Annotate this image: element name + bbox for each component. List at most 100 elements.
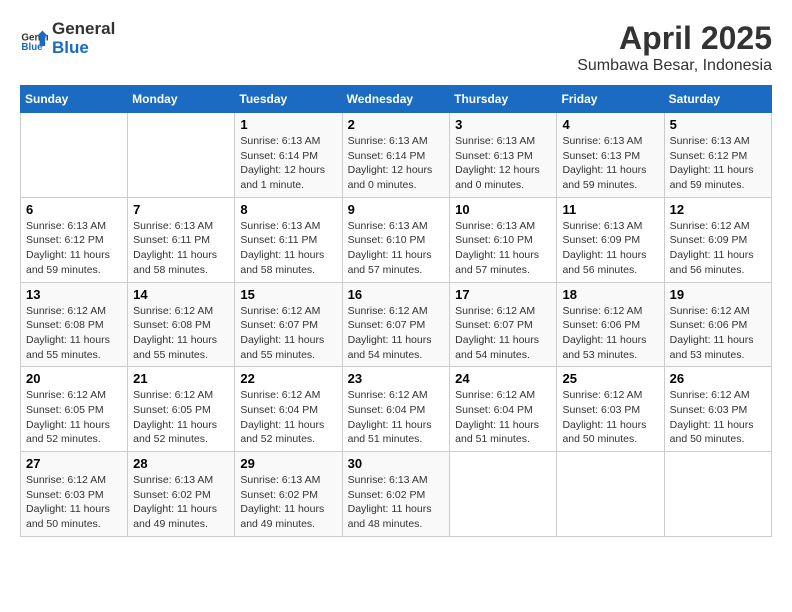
day-info: Sunrise: 6:12 AM Sunset: 6:05 PM Dayligh… — [133, 388, 229, 447]
calendar-cell: 26 Sunrise: 6:12 AM Sunset: 6:03 PM Dayli… — [664, 367, 771, 452]
day-number: 19 — [670, 287, 766, 302]
day-info: Sunrise: 6:12 AM Sunset: 6:08 PM Dayligh… — [133, 304, 229, 363]
calendar-week-row: 13 Sunrise: 6:12 AM Sunset: 6:08 PM Dayli… — [21, 282, 772, 367]
logo-line2: Blue — [52, 39, 115, 58]
day-number: 8 — [240, 202, 336, 217]
day-info: Sunrise: 6:13 AM Sunset: 6:14 PM Dayligh… — [240, 134, 336, 193]
day-number: 30 — [348, 456, 445, 471]
calendar-cell: 18 Sunrise: 6:12 AM Sunset: 6:06 PM Dayli… — [557, 282, 664, 367]
calendar-cell — [450, 452, 557, 537]
header-cell-friday: Friday — [557, 86, 664, 113]
day-info: Sunrise: 6:12 AM Sunset: 6:06 PM Dayligh… — [562, 304, 658, 363]
day-number: 10 — [455, 202, 551, 217]
calendar-week-row: 1 Sunrise: 6:13 AM Sunset: 6:14 PM Daylig… — [21, 113, 772, 198]
day-number: 13 — [26, 287, 122, 302]
calendar-cell: 20 Sunrise: 6:12 AM Sunset: 6:05 PM Dayli… — [21, 367, 128, 452]
day-info: Sunrise: 6:12 AM Sunset: 6:04 PM Dayligh… — [455, 388, 551, 447]
day-info: Sunrise: 6:13 AM Sunset: 6:02 PM Dayligh… — [133, 473, 229, 532]
day-number: 25 — [562, 371, 658, 386]
day-number: 26 — [670, 371, 766, 386]
calendar-cell: 4 Sunrise: 6:13 AM Sunset: 6:13 PM Daylig… — [557, 113, 664, 198]
calendar-cell: 7Sunrise: 6:13 AM Sunset: 6:11 PM Daylig… — [128, 197, 235, 282]
calendar-cell: 30 Sunrise: 6:13 AM Sunset: 6:02 PM Dayli… — [342, 452, 450, 537]
calendar-cell: 16Sunrise: 6:12 AM Sunset: 6:07 PM Dayli… — [342, 282, 450, 367]
day-info: Sunrise: 6:12 AM Sunset: 6:05 PM Dayligh… — [26, 388, 122, 447]
calendar-cell: 21 Sunrise: 6:12 AM Sunset: 6:05 PM Dayli… — [128, 367, 235, 452]
day-info: Sunrise: 6:13 AM Sunset: 6:02 PM Dayligh… — [348, 473, 445, 532]
calendar-cell: 25 Sunrise: 6:12 AM Sunset: 6:03 PM Dayli… — [557, 367, 664, 452]
day-number: 23 — [348, 371, 445, 386]
day-info: Sunrise: 6:12 AM Sunset: 6:04 PM Dayligh… — [348, 388, 445, 447]
calendar-cell: 11 Sunrise: 6:13 AM Sunset: 6:09 PM Dayli… — [557, 197, 664, 282]
day-info: Sunrise: 6:12 AM Sunset: 6:08 PM Dayligh… — [26, 304, 122, 363]
day-number: 17 — [455, 287, 551, 302]
calendar-cell: 14 Sunrise: 6:12 AM Sunset: 6:08 PM Dayli… — [128, 282, 235, 367]
day-info: Sunrise: 6:13 AM Sunset: 6:09 PM Dayligh… — [562, 219, 658, 278]
page-title: April 2025 — [577, 20, 772, 57]
day-number: 21 — [133, 371, 229, 386]
calendar-cell: 24 Sunrise: 6:12 AM Sunset: 6:04 PM Dayli… — [450, 367, 557, 452]
calendar-cell: 22Sunrise: 6:12 AM Sunset: 6:04 PM Dayli… — [235, 367, 342, 452]
header-cell-monday: Monday — [128, 86, 235, 113]
calendar-cell: 12Sunrise: 6:12 AM Sunset: 6:09 PM Dayli… — [664, 197, 771, 282]
day-number: 20 — [26, 371, 122, 386]
day-number: 18 — [562, 287, 658, 302]
day-info: Sunrise: 6:12 AM Sunset: 6:03 PM Dayligh… — [670, 388, 766, 447]
day-number: 3 — [455, 117, 551, 132]
day-number: 5 — [670, 117, 766, 132]
title-block: April 2025 Sumbawa Besar, Indonesia — [577, 20, 772, 75]
day-info: Sunrise: 6:13 AM Sunset: 6:10 PM Dayligh… — [455, 219, 551, 278]
calendar-cell: 13 Sunrise: 6:12 AM Sunset: 6:08 PM Dayli… — [21, 282, 128, 367]
day-number: 29 — [240, 456, 336, 471]
calendar-cell: 28 Sunrise: 6:13 AM Sunset: 6:02 PM Dayli… — [128, 452, 235, 537]
calendar-cell: 8 Sunrise: 6:13 AM Sunset: 6:11 PM Daylig… — [235, 197, 342, 282]
calendar-cell: 3 Sunrise: 6:13 AM Sunset: 6:13 PM Daylig… — [450, 113, 557, 198]
day-info: Sunrise: 6:13 AM Sunset: 6:10 PM Dayligh… — [348, 219, 445, 278]
day-info: Sunrise: 6:13 AM Sunset: 6:13 PM Dayligh… — [562, 134, 658, 193]
logo: General Blue General Blue — [20, 20, 115, 57]
day-info: Sunrise: 6:13 AM Sunset: 6:13 PM Dayligh… — [455, 134, 551, 193]
day-number: 27 — [26, 456, 122, 471]
calendar-header-row: SundayMondayTuesdayWednesdayThursdayFrid… — [21, 86, 772, 113]
header-cell-wednesday: Wednesday — [342, 86, 450, 113]
day-info: Sunrise: 6:13 AM Sunset: 6:12 PM Dayligh… — [26, 219, 122, 278]
calendar-week-row: 6Sunrise: 6:13 AM Sunset: 6:12 PM Daylig… — [21, 197, 772, 282]
day-number: 14 — [133, 287, 229, 302]
day-info: Sunrise: 6:13 AM Sunset: 6:02 PM Dayligh… — [240, 473, 336, 532]
day-info: Sunrise: 6:13 AM Sunset: 6:14 PM Dayligh… — [348, 134, 445, 193]
day-info: Sunrise: 6:12 AM Sunset: 6:07 PM Dayligh… — [240, 304, 336, 363]
day-info: Sunrise: 6:12 AM Sunset: 6:07 PM Dayligh… — [348, 304, 445, 363]
logo-icon: General Blue — [20, 25, 48, 53]
day-number: 28 — [133, 456, 229, 471]
calendar-cell: 10 Sunrise: 6:13 AM Sunset: 6:10 PM Dayli… — [450, 197, 557, 282]
day-number: 15 — [240, 287, 336, 302]
day-number: 1 — [240, 117, 336, 132]
calendar-cell: 9Sunrise: 6:13 AM Sunset: 6:10 PM Daylig… — [342, 197, 450, 282]
header-cell-saturday: Saturday — [664, 86, 771, 113]
calendar-cell: 5 Sunrise: 6:13 AM Sunset: 6:12 PM Daylig… — [664, 113, 771, 198]
day-number: 11 — [562, 202, 658, 217]
day-info: Sunrise: 6:13 AM Sunset: 6:12 PM Dayligh… — [670, 134, 766, 193]
calendar-cell: 15 Sunrise: 6:12 AM Sunset: 6:07 PM Dayli… — [235, 282, 342, 367]
day-number: 22 — [240, 371, 336, 386]
calendar-week-row: 20 Sunrise: 6:12 AM Sunset: 6:05 PM Dayli… — [21, 367, 772, 452]
day-number: 2 — [348, 117, 445, 132]
header-cell-sunday: Sunday — [21, 86, 128, 113]
calendar-cell — [557, 452, 664, 537]
day-number: 4 — [562, 117, 658, 132]
day-number: 7 — [133, 202, 229, 217]
day-info: Sunrise: 6:12 AM Sunset: 6:03 PM Dayligh… — [26, 473, 122, 532]
calendar-cell — [128, 113, 235, 198]
calendar-cell: 29 Sunrise: 6:13 AM Sunset: 6:02 PM Dayli… — [235, 452, 342, 537]
calendar-cell: 1 Sunrise: 6:13 AM Sunset: 6:14 PM Daylig… — [235, 113, 342, 198]
day-info: Sunrise: 6:12 AM Sunset: 6:03 PM Dayligh… — [562, 388, 658, 447]
day-number: 24 — [455, 371, 551, 386]
calendar-cell: 2 Sunrise: 6:13 AM Sunset: 6:14 PM Daylig… — [342, 113, 450, 198]
logo-line1: General — [52, 20, 115, 39]
calendar-cell: 27 Sunrise: 6:12 AM Sunset: 6:03 PM Dayli… — [21, 452, 128, 537]
day-info: Sunrise: 6:12 AM Sunset: 6:09 PM Dayligh… — [670, 219, 766, 278]
calendar-week-row: 27 Sunrise: 6:12 AM Sunset: 6:03 PM Dayli… — [21, 452, 772, 537]
day-info: Sunrise: 6:12 AM Sunset: 6:07 PM Dayligh… — [455, 304, 551, 363]
day-info: Sunrise: 6:13 AM Sunset: 6:11 PM Dayligh… — [240, 219, 336, 278]
day-info: Sunrise: 6:12 AM Sunset: 6:06 PM Dayligh… — [670, 304, 766, 363]
